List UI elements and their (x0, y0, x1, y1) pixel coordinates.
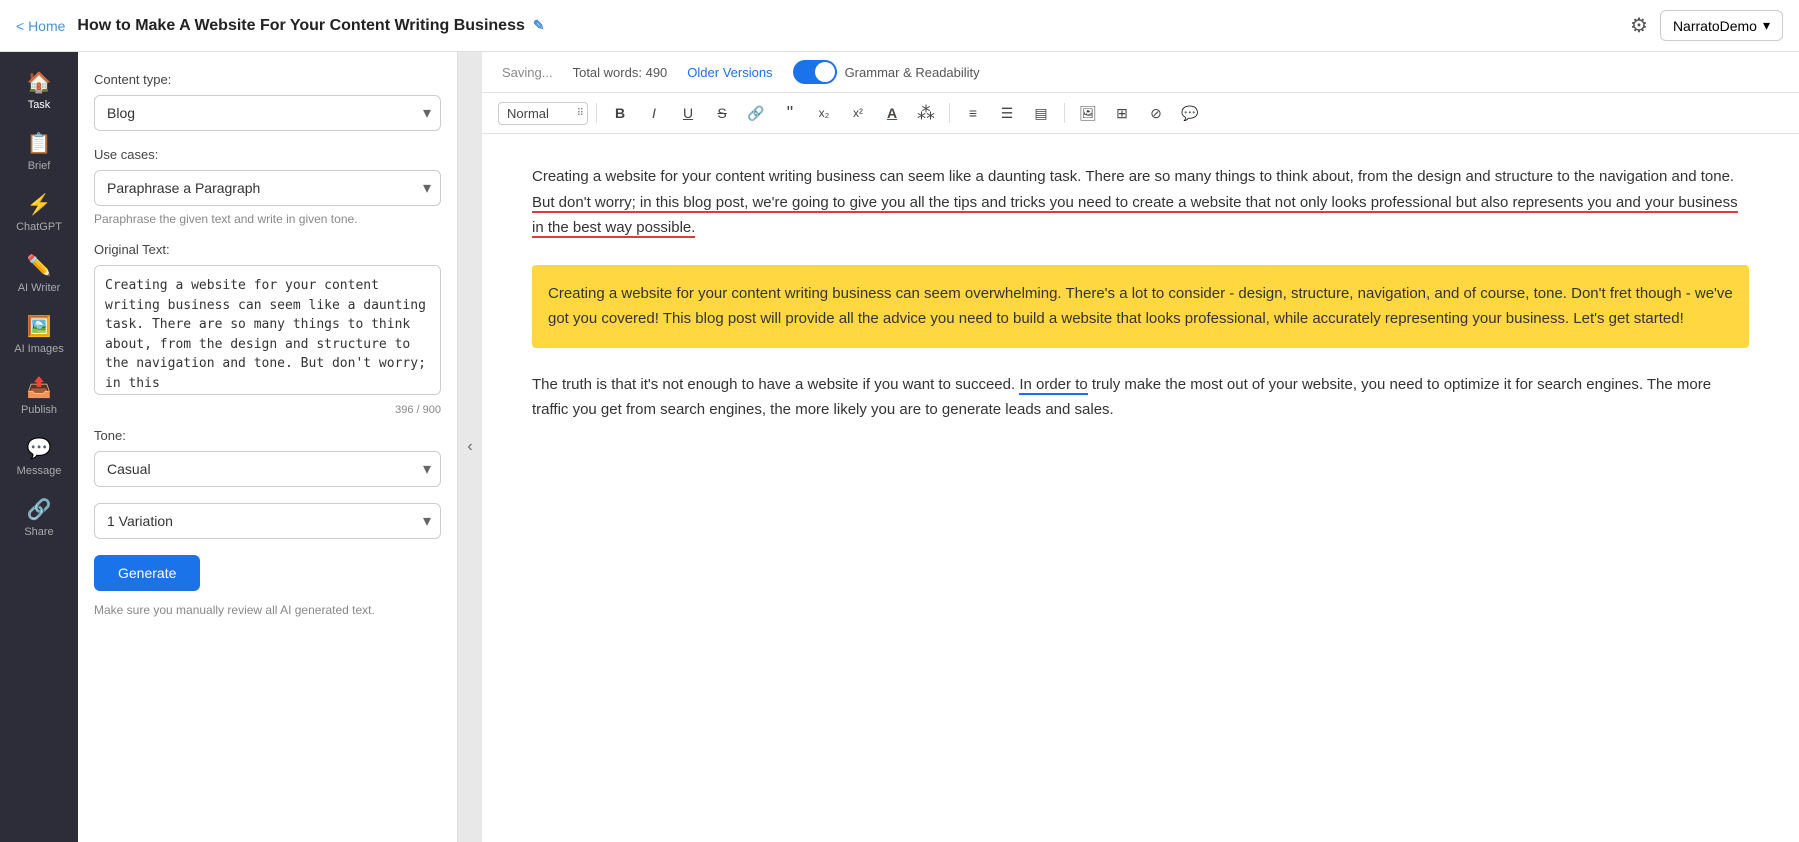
use-case-select-wrapper: Paraphrase a Paragraph Summarize Expand (94, 170, 441, 206)
style-select[interactable]: Normal Heading 1 Heading 2 (498, 102, 588, 125)
toolbar-divider-3 (1064, 103, 1065, 123)
icon-sidebar: 🏠 Task 📋 Brief ⚡ ChatGPT ✏️ AI Writer 🖼️… (0, 52, 78, 842)
unordered-list-button[interactable]: ☰ (992, 99, 1022, 127)
format-toolbar: Normal Heading 1 Heading 2 B I U S 🔗 " x… (482, 93, 1799, 134)
main-layout: 🏠 Task 📋 Brief ⚡ ChatGPT ✏️ AI Writer 🖼️… (0, 52, 1799, 842)
user-dropdown[interactable]: NarratoDemo ▾ (1660, 10, 1783, 41)
font-color-button[interactable]: A (877, 99, 907, 127)
tone-label: Tone: (94, 428, 441, 443)
edit-title-icon[interactable]: ✎ (533, 17, 545, 34)
sidebar-item-ai-images[interactable]: 🖼️ AI Images (0, 304, 78, 365)
sidebar-item-ai-writer[interactable]: ✏️ AI Writer (0, 243, 78, 304)
word-count: Total words: 490 (573, 65, 668, 80)
variation-select[interactable]: 1 Variation 2 Variations 3 Variations (94, 503, 441, 539)
editor-topbar: Saving... Total words: 490 Older Version… (482, 52, 1799, 93)
sidebar-item-message[interactable]: 💬 Message (0, 426, 78, 487)
clear-format-button[interactable]: ⊘ (1141, 99, 1171, 127)
link-button[interactable]: 🔗 (741, 99, 771, 127)
table-button[interactable]: ⊞ (1107, 99, 1137, 127)
chatgpt-icon: ⚡ (27, 192, 52, 217)
use-case-select[interactable]: Paraphrase a Paragraph Summarize Expand (94, 170, 441, 206)
message-icon: 💬 (27, 436, 52, 461)
original-text-input[interactable]: Creating a website for your content writ… (94, 265, 441, 395)
ai-writer-icon: ✏️ (27, 253, 52, 278)
grammar-label: Grammar & Readability (845, 65, 980, 80)
tone-select[interactable]: Casual Formal Friendly Professional (94, 451, 441, 487)
content-type-label: Content type: (94, 72, 441, 87)
sidebar-item-publish[interactable]: 📤 Publish (0, 365, 78, 426)
content-type-select-wrapper: Blog Article Social Post (94, 95, 441, 131)
use-cases-label: Use cases: (94, 147, 441, 162)
toolbar-divider-1 (596, 103, 597, 123)
topbar: < Home How to Make A Website For Your Co… (0, 0, 1799, 52)
italic-button[interactable]: I (639, 99, 669, 127)
settings-icon[interactable]: ⚙ (1630, 13, 1648, 38)
ai-disclaimer: Make sure you manually review all AI gen… (94, 603, 441, 617)
strikethrough-button[interactable]: S (707, 99, 737, 127)
back-button[interactable]: < Home (16, 18, 65, 34)
sidebar-item-brief[interactable]: 📋 Brief (0, 121, 78, 182)
content-type-select[interactable]: Blog Article Social Post (94, 95, 441, 131)
bold-button[interactable]: B (605, 99, 635, 127)
older-versions-link[interactable]: Older Versions (687, 65, 772, 80)
topbar-right: ⚙ NarratoDemo ▾ (1630, 10, 1783, 41)
use-case-description: Paraphrase the given text and write in g… (94, 212, 441, 226)
toolbar-divider-2 (949, 103, 950, 123)
page-title: How to Make A Website For Your Content W… (77, 17, 1630, 35)
editor-content[interactable]: Creating a website for your content writ… (482, 134, 1799, 842)
quote-button[interactable]: " (775, 99, 805, 127)
grammar-toggle-wrapper: Grammar & Readability (793, 60, 980, 84)
grammar-underline-1: But don't worry; in this blog post, we'r… (532, 194, 1738, 239)
char-count: 396 / 900 (94, 404, 441, 416)
sidebar-item-share[interactable]: 🔗 Share (0, 487, 78, 548)
variation-select-wrapper: 1 Variation 2 Variations 3 Variations (94, 503, 441, 539)
image-button[interactable]: 🖼 (1073, 99, 1103, 127)
special-chars-button[interactable]: ⁂ (911, 99, 941, 127)
align-button[interactable]: ▤ (1026, 99, 1056, 127)
brief-icon: 📋 (27, 131, 52, 156)
subscript-button[interactable]: x₂ (809, 99, 839, 127)
link-underline: In order to (1019, 376, 1087, 395)
underline-button[interactable]: U (673, 99, 703, 127)
collapse-panel-button[interactable]: ‹ (458, 52, 482, 842)
grammar-toggle[interactable] (793, 60, 837, 84)
generate-button[interactable]: Generate (94, 555, 200, 591)
original-text-wrapper: Creating a website for your content writ… (94, 265, 441, 400)
comment-button[interactable]: 💬 (1175, 99, 1205, 127)
style-select-wrapper: Normal Heading 1 Heading 2 (498, 102, 588, 125)
highlighted-paragraph: Creating a website for your content writ… (532, 265, 1749, 348)
sidebar-item-task[interactable]: 🏠 Task (0, 60, 78, 121)
chevron-left-icon: ‹ (467, 438, 472, 456)
publish-icon: 📤 (27, 375, 52, 400)
ordered-list-button[interactable]: ≡ (958, 99, 988, 127)
saving-status: Saving... (502, 65, 553, 80)
task-icon: 🏠 (27, 70, 52, 95)
tone-select-wrapper: Casual Formal Friendly Professional (94, 451, 441, 487)
share-icon: 🔗 (27, 497, 52, 522)
left-panel: Content type: Blog Article Social Post U… (78, 52, 458, 842)
superscript-button[interactable]: x² (843, 99, 873, 127)
paragraph-3: The truth is that it's not enough to hav… (532, 372, 1749, 423)
paragraph-1: Creating a website for your content writ… (532, 164, 1749, 241)
original-text-label: Original Text: (94, 242, 441, 257)
ai-images-icon: 🖼️ (27, 314, 52, 339)
sidebar-item-chatgpt[interactable]: ⚡ ChatGPT (0, 182, 78, 243)
editor-area: Saving... Total words: 490 Older Version… (482, 52, 1799, 842)
